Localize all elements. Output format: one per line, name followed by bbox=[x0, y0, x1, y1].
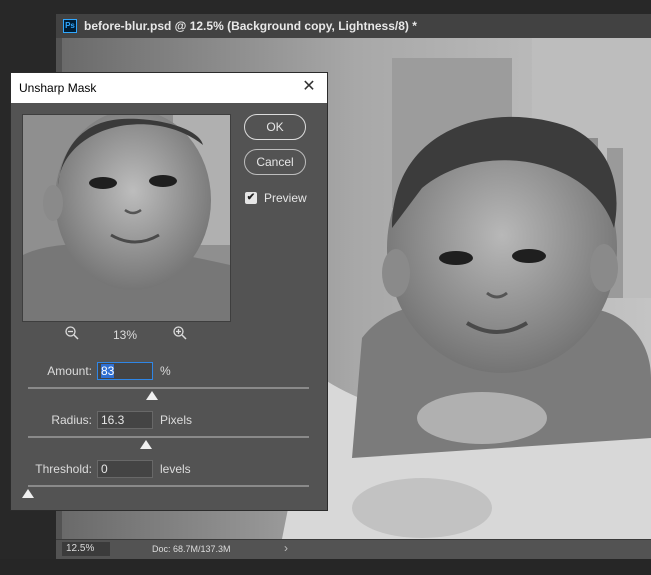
status-bar: 12.5% Doc: 68.7M/137.3M › bbox=[56, 539, 651, 560]
dialog-titlebar[interactable]: Unsharp Mask ✕ bbox=[11, 73, 327, 103]
bottom-strip bbox=[0, 559, 651, 575]
threshold-slider-handle[interactable] bbox=[22, 489, 34, 498]
threshold-slider[interactable] bbox=[28, 485, 309, 487]
preview-photo bbox=[23, 115, 230, 321]
photoshop-icon: Ps bbox=[63, 19, 77, 33]
status-zoom-field[interactable]: 12.5% bbox=[62, 542, 110, 556]
amount-value: 83 bbox=[101, 364, 115, 378]
radius-unit: Pixels bbox=[160, 413, 193, 427]
cancel-button[interactable]: Cancel bbox=[244, 149, 306, 175]
radius-slider-handle[interactable] bbox=[140, 440, 153, 449]
amount-unit: % bbox=[160, 364, 171, 378]
amount-input[interactable]: 83 bbox=[97, 362, 153, 380]
preview-checkbox-label: Preview bbox=[264, 191, 307, 205]
document-title: before-blur.psd @ 12.5% (Background copy… bbox=[84, 19, 417, 33]
document-tab[interactable]: Ps before-blur.psd @ 12.5% (Background c… bbox=[56, 14, 651, 38]
zoom-in-icon[interactable] bbox=[172, 325, 188, 341]
unsharp-mask-dialog: Unsharp Mask ✕ 13% OK Cancel ✔ Preview A… bbox=[10, 72, 328, 511]
radius-label: Radius: bbox=[51, 413, 92, 427]
threshold-label: Threshold: bbox=[35, 462, 92, 476]
preview-zoom-value: 13% bbox=[113, 328, 138, 342]
amount-label: Amount: bbox=[47, 364, 92, 378]
threshold-unit: levels bbox=[160, 462, 191, 476]
threshold-input[interactable]: 0 bbox=[97, 460, 153, 478]
preview-zoom-controls: 13% bbox=[11, 325, 241, 345]
ok-button[interactable]: OK bbox=[244, 114, 306, 140]
radius-input[interactable]: 16.3 bbox=[97, 411, 153, 429]
filter-preview[interactable] bbox=[22, 114, 231, 322]
zoom-out-icon[interactable] bbox=[64, 325, 80, 341]
amount-slider-handle[interactable] bbox=[145, 391, 158, 400]
status-doc-size[interactable]: Doc: 68.7M/137.3M bbox=[152, 544, 231, 554]
dialog-title: Unsharp Mask bbox=[19, 81, 97, 95]
preview-checkbox[interactable]: ✔ bbox=[245, 192, 257, 204]
amount-slider[interactable] bbox=[28, 387, 309, 389]
radius-slider[interactable] bbox=[28, 436, 309, 438]
status-menu-arrow-icon[interactable]: › bbox=[284, 541, 288, 555]
close-icon[interactable]: ✕ bbox=[299, 77, 319, 97]
